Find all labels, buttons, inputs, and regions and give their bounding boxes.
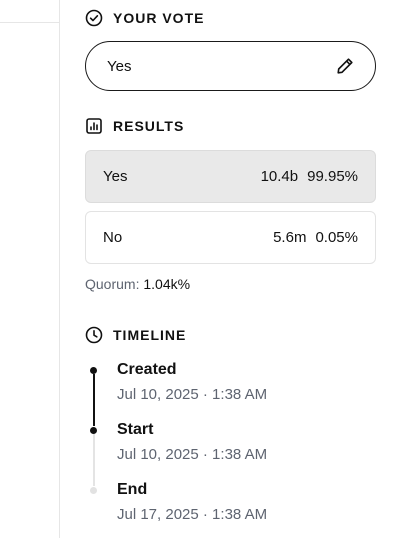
result-choice-label: Yes	[103, 168, 128, 185]
result-row-yes: Yes 10.4b 99.95%	[85, 150, 376, 203]
left-pane	[0, 0, 60, 538]
clock-icon	[85, 326, 103, 344]
timeline-event-title: Start	[117, 421, 154, 438]
timeline-event-date: Jul 17, 2025 · 1:38 AM	[117, 506, 268, 523]
quorum-value: 1.04k%	[143, 276, 191, 292]
result-percent: 0.05%	[315, 229, 358, 246]
timeline-event-title: Created	[117, 361, 177, 378]
result-amount: 10.4b	[260, 168, 299, 185]
quorum: Quorum: 1.04k%	[85, 276, 190, 292]
your-vote-selection[interactable]: Yes	[85, 41, 376, 91]
your-vote-title: YOUR VOTE	[113, 10, 205, 26]
result-amount: 5.6m	[273, 229, 307, 246]
timeline-dot	[90, 427, 97, 434]
divider	[0, 22, 60, 23]
result-choice-label: No	[103, 229, 123, 246]
result-percent: 99.95%	[307, 168, 358, 185]
timeline-event-date: Jul 10, 2025 · 1:38 AM	[117, 386, 268, 403]
timeline-dot	[90, 487, 97, 494]
results-heading: RESULTS	[85, 116, 184, 136]
timeline-dot	[90, 367, 97, 374]
bar-chart-icon	[86, 118, 102, 134]
timeline-title: TIMELINE	[113, 327, 187, 343]
timeline-heading: TIMELINE	[85, 325, 186, 345]
timeline-connector	[93, 374, 95, 426]
timeline-event-date: Jul 10, 2025 · 1:38 AM	[117, 446, 268, 463]
results-title: RESULTS	[113, 118, 185, 134]
check-circle-icon	[85, 9, 103, 27]
timeline-event-title: End	[117, 481, 148, 498]
quorum-label: Quorum:	[85, 276, 140, 292]
result-row-no: No 5.6m 0.05%	[85, 211, 376, 264]
timeline-connector	[93, 434, 95, 486]
your-vote-heading: YOUR VOTE	[85, 8, 204, 28]
pencil-edit-icon[interactable]	[335, 56, 355, 76]
your-vote-value: Yes	[107, 57, 132, 75]
